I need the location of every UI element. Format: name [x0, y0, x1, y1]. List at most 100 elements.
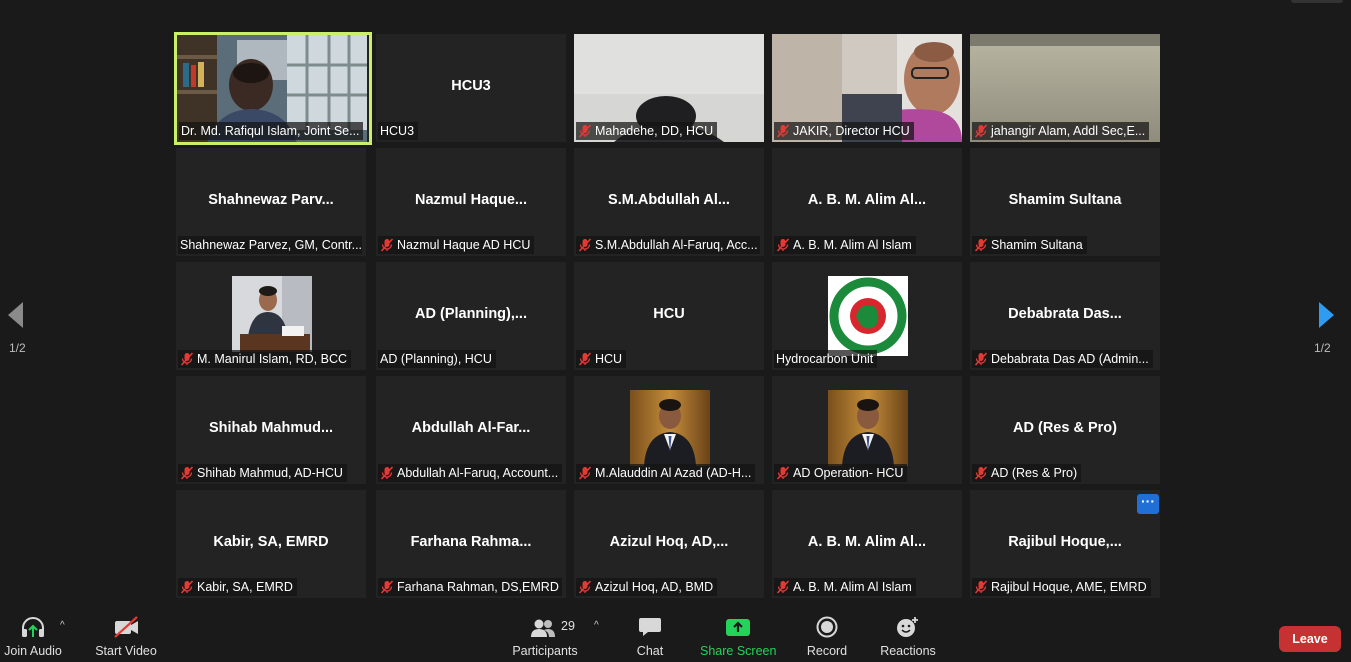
muted-mic-icon — [578, 580, 592, 594]
participant-name-label: AD (Res & Pro) — [972, 464, 1082, 482]
participant-tile[interactable]: Kabir, SA, EMRD Kabir, SA, EMRD — [176, 490, 366, 598]
participant-profile-picture — [828, 390, 908, 466]
participant-tile[interactable]: M.Alauddin Al Azad (AD-H... — [574, 376, 764, 484]
participant-display-name: Shahnewaz Parv... — [208, 192, 334, 208]
participant-name-label: Farhana Rahman, DS,EMRD — [378, 578, 562, 596]
participant-name-label: Hydrocarbon Unit — [774, 350, 878, 368]
start-video-button[interactable]: Start Video — [90, 606, 162, 662]
participant-display-name: Rajibul Hoque,... — [1008, 534, 1122, 550]
participant-name: HCU — [595, 352, 623, 366]
participant-tile[interactable]: Shamim Sultana Shamim Sultana — [970, 148, 1160, 256]
participant-name: HCU3 — [380, 124, 415, 138]
participant-tile[interactable]: Abdullah Al-Far... Abdullah Al-Faruq, Acc… — [376, 376, 566, 484]
participant-tile[interactable]: Hydrocarbon Unit — [772, 262, 962, 370]
participant-display-name: Farhana Rahma... — [410, 534, 532, 550]
participant-name-label: S.M.Abdullah Al-Faruq, Acc... — [576, 236, 760, 254]
participant-display-name: HCU — [653, 306, 685, 322]
participant-display-name: Shihab Mahmud... — [208, 420, 334, 436]
participant-name: AD (Planning), HCU — [380, 352, 492, 366]
participant-profile-picture — [232, 276, 312, 352]
participant-tile[interactable]: M. Manirul Islam, RD, BCC — [176, 262, 366, 370]
participant-name: Shihab Mahmud, AD-HCU — [197, 466, 343, 480]
participant-tile[interactable]: Farhana Rahma... Farhana Rahman, DS,EMRD — [376, 490, 566, 598]
participant-tile[interactable]: Mahadehe, DD, HCU — [574, 34, 764, 142]
participant-name-label: Nazmul Haque AD HCU — [378, 236, 535, 254]
participant-tile[interactable]: S.M.Abdullah Al... S.M.Abdullah Al-Faruq,… — [574, 148, 764, 256]
participant-tile[interactable]: Rajibul Hoque,... Rajibul Hoque, AME, EMR… — [970, 490, 1160, 598]
participant-tile[interactable]: HCU3 HCU3 — [376, 34, 566, 142]
muted-mic-icon — [578, 352, 592, 366]
muted-mic-icon — [974, 238, 988, 252]
participant-tile[interactable]: A. B. M. Alim Al... A. B. M. Alim Al Isla… — [772, 148, 962, 256]
participant-name: Shamim Sultana — [991, 238, 1083, 252]
participant-display-name: Kabir, SA, EMRD — [213, 534, 329, 550]
muted-mic-icon — [776, 238, 790, 252]
participant-tile[interactable]: AD Operation- HCU — [772, 376, 962, 484]
muted-mic-icon — [380, 580, 394, 594]
participant-name: A. B. M. Alim Al Islam — [793, 580, 912, 594]
participant-name-label: Mahadehe, DD, HCU — [576, 122, 718, 140]
muted-mic-icon — [974, 124, 988, 138]
record-button[interactable]: Record — [804, 606, 850, 662]
participant-tile[interactable]: A. B. M. Alim Al... A. B. M. Alim Al Isla… — [772, 490, 962, 598]
share-arrow-icon — [726, 619, 750, 636]
participant-name: Abdullah Al-Faruq, Account... — [397, 466, 559, 480]
muted-mic-icon — [974, 352, 988, 366]
participant-name-label: M.Alauddin Al Azad (AD-H... — [576, 464, 756, 482]
participant-name: M.Alauddin Al Azad (AD-H... — [595, 466, 752, 480]
participant-name: Kabir, SA, EMRD — [197, 580, 293, 594]
participant-name: Rajibul Hoque, AME, EMRD — [991, 580, 1147, 594]
headphones-icon — [22, 617, 44, 637]
share-screen-button[interactable]: Share Screen — [700, 606, 776, 662]
participant-tile[interactable]: Dr. Md. Rafiqul Islam, Joint Se... — [174, 32, 372, 145]
muted-mic-icon — [380, 466, 394, 480]
participant-name-label: Shamim Sultana — [972, 236, 1087, 254]
join-audio-button[interactable]: Join Audio — [0, 606, 66, 662]
participant-name-label: A. B. M. Alim Al Islam — [774, 236, 916, 254]
muted-mic-icon — [776, 124, 790, 138]
participants-button[interactable]: 29 Participants — [508, 606, 582, 662]
muted-mic-icon — [974, 580, 988, 594]
participant-name: AD (Res & Pro) — [991, 466, 1078, 480]
participant-display-name: Debabrata Das... — [1008, 306, 1122, 322]
smiley-icon — [897, 617, 918, 637]
participant-name-label: Kabir, SA, EMRD — [178, 578, 297, 596]
muted-mic-icon — [776, 466, 790, 480]
participant-name-label: JAKIR, Director HCU — [774, 122, 914, 140]
chat-button[interactable]: Chat — [628, 606, 672, 662]
participant-display-name: HCU3 — [451, 78, 491, 94]
muted-mic-icon — [180, 466, 194, 480]
leave-button[interactable]: Leave — [1279, 626, 1341, 652]
participant-display-name: AD (Planning),... — [415, 306, 527, 322]
next-page-arrow-icon[interactable] — [1316, 300, 1336, 330]
participant-name: A. B. M. Alim Al Islam — [793, 238, 912, 252]
participant-tile[interactable]: Nazmul Haque... Nazmul Haque AD HCU — [376, 148, 566, 256]
participant-name: Shahnewaz Parvez, GM, Contr... — [180, 238, 362, 252]
participant-tile[interactable]: Shahnewaz Parv... Shahnewaz Parvez, GM, C… — [176, 148, 366, 256]
muted-mic-icon — [776, 580, 790, 594]
more-options-button[interactable]: ··· — [1137, 494, 1159, 514]
top-handle[interactable] — [1291, 0, 1343, 3]
participant-name-label: Debabrata Das AD (Admin... — [972, 350, 1153, 368]
participant-name-label: Shahnewaz Parvez, GM, Contr... — [178, 236, 362, 254]
participants-options-caret[interactable]: ^ — [594, 620, 599, 631]
participant-tile[interactable]: JAKIR, Director HCU — [772, 34, 962, 142]
participant-display-name: Azizul Hoq, AD,... — [609, 534, 729, 550]
participant-name: Hydrocarbon Unit — [776, 352, 874, 366]
muted-mic-icon — [180, 352, 194, 366]
previous-page-arrow-icon[interactable] — [6, 300, 26, 330]
participant-tile[interactable]: HCU HCU — [574, 262, 764, 370]
chat-label: Chat — [636, 644, 664, 658]
participant-name: S.M.Abdullah Al-Faruq, Acc... — [595, 238, 758, 252]
participant-tile[interactable]: Azizul Hoq, AD,... Azizul Hoq, AD, BMD — [574, 490, 764, 598]
reactions-button[interactable]: Reactions — [878, 606, 938, 662]
participant-tile[interactable]: AD (Planning),... AD (Planning), HCU — [376, 262, 566, 370]
audio-options-caret[interactable]: ^ — [60, 620, 65, 631]
participant-name-label: AD Operation- HCU — [774, 464, 908, 482]
participant-tile[interactable]: Debabrata Das... Debabrata Das AD (Admin.… — [970, 262, 1160, 370]
participant-tile[interactable]: jahangir Alam, Addl Sec,E... — [970, 34, 1160, 142]
reactions-label: Reactions — [880, 644, 936, 658]
participant-tile[interactable]: Shihab Mahmud... Shihab Mahmud, AD-HCU — [176, 376, 366, 484]
start-video-label: Start Video — [95, 644, 157, 658]
participant-tile[interactable]: AD (Res & Pro) AD (Res & Pro) — [970, 376, 1160, 484]
